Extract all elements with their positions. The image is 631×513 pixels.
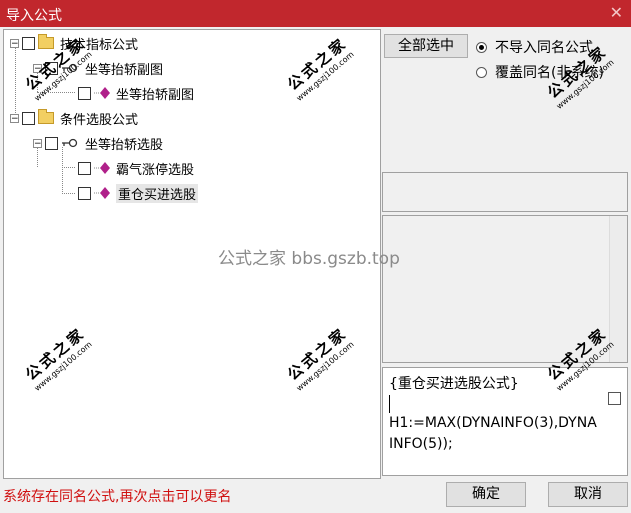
node-label: 霸气涨停选股 [116,162,195,178]
tree-node-heavy-buy[interactable]: 重仓买进选股 [78,183,199,203]
formula-text: {重仓买进选股公式} H1:=MAX(DYNAINFO(3),DYNAINFO(… [389,374,599,455]
node-checkbox[interactable] [78,161,91,175]
collapse-icon[interactable]: − [10,113,19,123]
folder-icon [38,34,54,49]
radio-label: 覆盖同名(非系统) [495,65,604,81]
ok-button[interactable]: 确定 [446,482,526,507]
node-checkbox[interactable] [22,36,35,50]
center-watermark: 公式之家 bbs.gszb.top [218,249,400,269]
radio-skip-duplicates[interactable]: 不导入同名公式 [476,37,593,57]
gem-icon [94,187,110,199]
node-label: 重仓买进选股 [116,183,199,203]
node-checkbox[interactable] [45,136,58,150]
tree-node-subchart-group[interactable]: − 坐等抬轿副图 [33,58,163,78]
collapse-icon[interactable]: − [10,38,19,48]
status-message: 系统存在同名公式,再次点击可以更名 [3,489,232,505]
cancel-button[interactable]: 取消 [548,482,628,507]
node-label: 条件选股公式 [60,112,139,128]
tree-connector [62,193,75,194]
folder-icon [38,109,54,124]
collapse-icon[interactable]: − [33,63,42,73]
tree-node-tech-indicators[interactable]: − 技术指标公式 [10,33,138,53]
tree-connector [37,92,75,93]
preview-checkbox[interactable] [608,392,621,405]
radio-overwrite[interactable]: 覆盖同名(非系统) [476,62,604,82]
node-checkbox[interactable] [78,186,91,200]
collapse-icon[interactable]: − [33,138,42,148]
gem-icon [94,162,110,174]
formula-code: H1:=MAX(DYNAINFO(3),DYNAINFO(5)); [389,415,597,452]
window-title: 导入公式 [6,8,62,24]
radio-label: 不导入同名公式 [495,40,593,56]
gem-icon [94,87,110,99]
close-icon[interactable]: ✕ [610,3,623,22]
formula-title: {重仓买进选股公式} [389,376,519,392]
tree-node-subchart-item[interactable]: 坐等抬轿副图 [78,83,194,103]
tree-node-stock-selection[interactable]: − 条件选股公式 [10,108,138,128]
node-checkbox[interactable] [78,86,91,100]
tree-node-selection-group[interactable]: − 坐等抬轿选股 [33,133,163,153]
key-icon [62,63,78,73]
description-panel [382,215,628,363]
node-checkbox[interactable] [45,61,58,75]
text-cursor [389,395,390,413]
node-label: 技术指标公式 [60,37,139,53]
node-label: 坐等抬轿副图 [85,62,164,78]
radio-dot[interactable] [476,41,487,53]
select-all-button[interactable]: 全部选中 [384,34,468,58]
tree-connector [62,147,63,194]
rename-field[interactable] [382,172,628,212]
title-bar: 导入公式 ✕ [0,0,631,27]
node-checkbox[interactable] [22,111,35,125]
radio-dot[interactable] [476,66,487,78]
tree-node-limit-up[interactable]: 霸气涨停选股 [78,158,194,178]
node-label: 坐等抬轿副图 [116,87,195,103]
node-label: 坐等抬轿选股 [85,137,164,153]
formula-preview: {重仓买进选股公式} H1:=MAX(DYNAINFO(3),DYNAINFO(… [382,367,628,476]
key-icon [62,138,78,148]
scrollbar[interactable] [609,216,627,362]
tree-connector [62,167,75,168]
